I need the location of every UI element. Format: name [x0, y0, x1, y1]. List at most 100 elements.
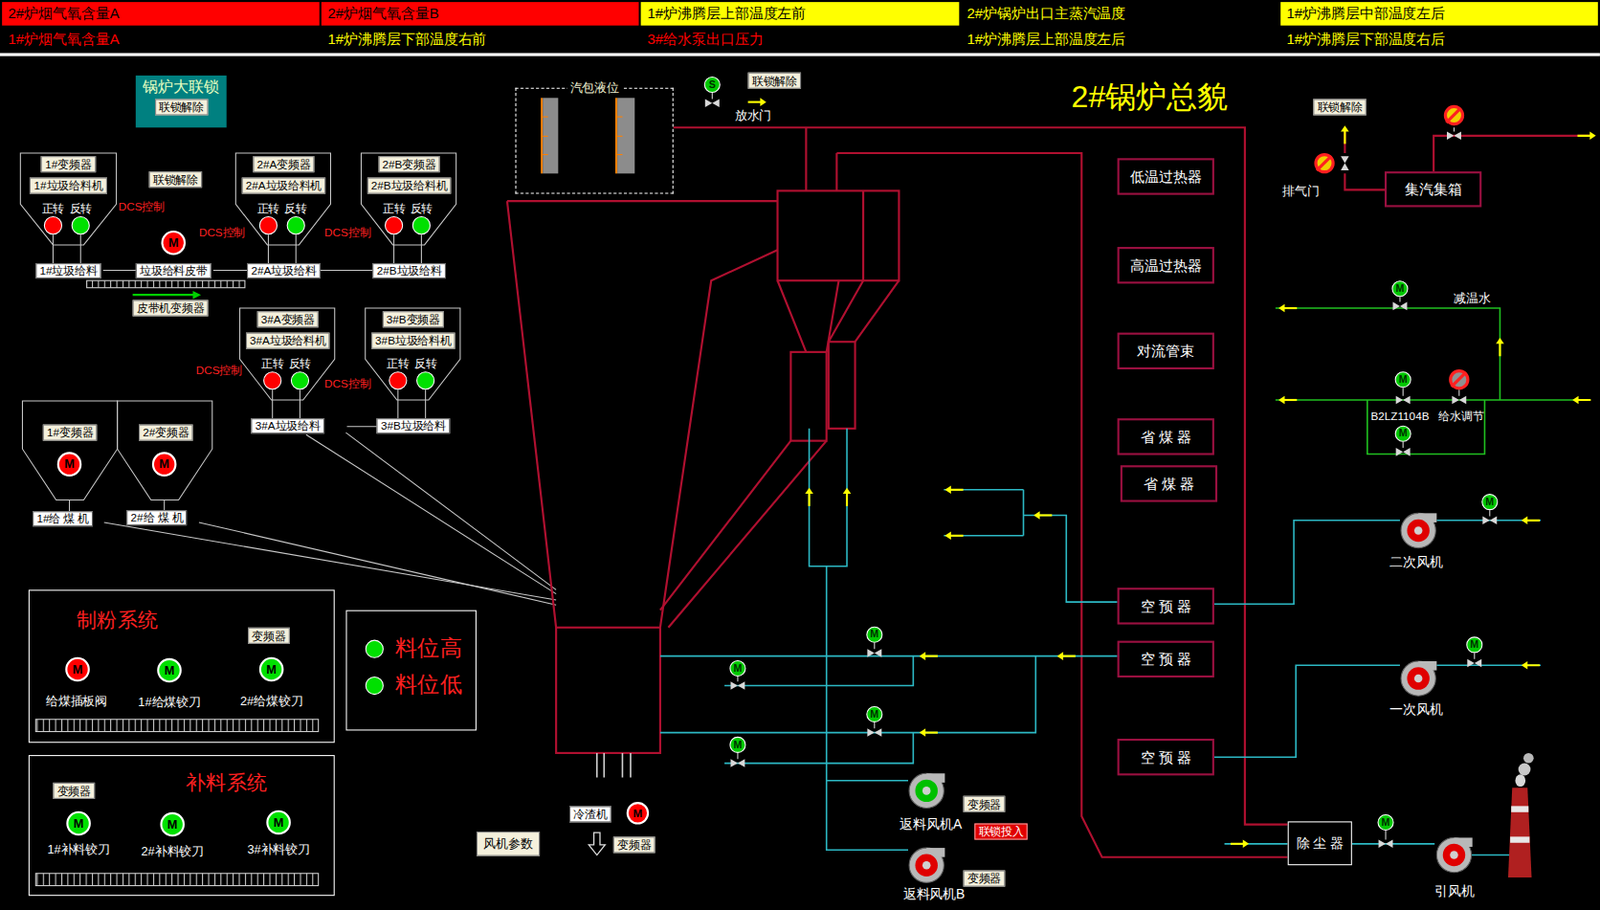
inverter-button[interactable]: 变频器 [963, 796, 1006, 813]
secondary-fan-icon[interactable] [1398, 510, 1440, 552]
forward-indicator[interactable] [259, 216, 278, 235]
fan-params-button[interactable]: 风机参数 [476, 831, 540, 857]
water-pipes [1275, 308, 1590, 454]
inverter-button[interactable]: 2#B变频器 [377, 155, 441, 173]
inverter-button[interactable]: 3#B变频器 [382, 311, 445, 328]
heat-surface[interactable]: 空 预 器 [1117, 738, 1215, 776]
heat-surface[interactable]: 省 煤 器 [1120, 465, 1218, 502]
belt-motor[interactable]: M [160, 230, 186, 256]
air-valve[interactable]: M [729, 736, 746, 754]
alarm-cell[interactable]: 2#炉烟气氧含量B [321, 1, 640, 26]
feeder-interlock-button[interactable]: 联锁解除 [149, 171, 202, 188]
valve-letter: M [869, 709, 879, 720]
inverter-button[interactable]: 2#变频器 [138, 424, 194, 442]
header-valve-fault-icon[interactable] [1444, 105, 1465, 126]
inverter-button[interactable]: 1#变频器 [41, 155, 96, 173]
inverter-button[interactable]: 变频器 [963, 870, 1006, 888]
inverter-button[interactable]: 3#A变频器 [256, 311, 319, 328]
motor-indicator[interactable]: M [156, 658, 182, 684]
belt-inverter-button[interactable]: 皮带机变频器 [133, 299, 209, 316]
motor-letter: M [273, 816, 285, 829]
coal-feeder-motor[interactable]: M [57, 451, 83, 477]
forward-indicator[interactable] [263, 371, 282, 390]
induced-fan-icon[interactable] [1433, 834, 1475, 876]
heat-surface[interactable]: 空 预 器 [1117, 587, 1215, 624]
forward-label: 正转 [378, 201, 410, 216]
feeder-header: 1#垃圾给料机 [20, 177, 116, 195]
reverse-indicator[interactable] [412, 216, 431, 235]
motor-indicator[interactable]: M [266, 810, 291, 836]
primary-fan-icon[interactable] [1398, 658, 1440, 700]
motor-indicator[interactable]: M [159, 812, 185, 838]
feed-valve[interactable]: M [1395, 371, 1412, 388]
level-gauge [540, 97, 558, 174]
regulator-valve-fault-icon[interactable] [1448, 369, 1469, 390]
valve-letter: M [1399, 428, 1408, 440]
vent-valve-fault-icon[interactable] [1313, 153, 1334, 174]
forward-label: 正转 [37, 201, 68, 216]
fan-damper[interactable]: M [1377, 814, 1395, 831]
reverse-indicator[interactable] [71, 216, 90, 235]
feeder-header: 2#B变频器 [360, 155, 457, 173]
alarm-cell[interactable]: 1#炉沸腾层中部温度左后 [1280, 1, 1599, 26]
fan-label: 二次风机 [1389, 554, 1443, 571]
alarm-cell[interactable]: 3#给水泵出口压力 [641, 27, 959, 52]
inverter-button[interactable]: 变频器 [52, 782, 95, 800]
motor-indicator[interactable]: M [259, 657, 285, 683]
feeder-name: 1#垃圾给料机 [29, 177, 107, 195]
alarm-cell[interactable]: 1#炉沸腾层下部温度右前 [321, 27, 640, 52]
fan-damper[interactable]: M [1466, 636, 1483, 653]
reverse-indicator[interactable] [416, 371, 435, 390]
drain-valve[interactable]: S [704, 76, 721, 93]
motor-letter: M [73, 817, 85, 830]
alarm-cell[interactable]: 2#炉烟气氧含量A [1, 1, 320, 26]
bypass-valve[interactable]: M [1395, 425, 1412, 443]
interlock-release-button[interactable]: 联锁解除 [1312, 98, 1366, 115]
control-mode: DCS控制 [196, 364, 243, 378]
motor-indicator[interactable]: M [66, 811, 91, 837]
heat-surface[interactable]: 低温过热器 [1117, 157, 1215, 195]
alarm-cell[interactable]: 1#炉沸腾层下部温度右后 [1280, 27, 1599, 52]
forward-indicator[interactable] [388, 371, 407, 390]
inverter-button[interactable]: 变频器 [247, 627, 290, 645]
coal-feeder-label: 1#给 煤 机 [32, 511, 93, 527]
motor-indicator[interactable]: M [65, 657, 90, 683]
steam-header[interactable]: 集汽集箱 [1384, 171, 1482, 207]
interlock-release-button[interactable]: 联锁解除 [748, 72, 801, 89]
dust-collector[interactable]: 除 尘 器 [1288, 821, 1353, 866]
control-mode: DCS控制 [118, 200, 165, 214]
desuperheat-label: 减温水 [1453, 290, 1490, 307]
coal-feeder-motor[interactable]: M [152, 451, 178, 477]
return-fan-b-icon[interactable] [906, 844, 948, 887]
inverter-button[interactable]: 变频器 [613, 836, 656, 853]
page-title: 2#锅炉总貌 [1071, 77, 1229, 117]
feeder-header: 2#A变频器 [235, 155, 332, 173]
heat-surface[interactable]: 对流管束 [1117, 333, 1215, 370]
reverse-label: 反转 [410, 356, 442, 371]
slag-cooler-motor[interactable]: M [626, 801, 649, 824]
heat-surface[interactable]: 空 预 器 [1117, 641, 1215, 678]
interlock-release-button[interactable]: 联锁解除 [155, 98, 208, 115]
return-fan-a-icon[interactable] [906, 770, 948, 812]
inverter-button[interactable]: 1#变频器 [43, 424, 98, 442]
alarm-cell[interactable]: 1#炉烟气氧含量A [1, 27, 320, 52]
forward-indicator[interactable] [384, 216, 403, 235]
air-valve[interactable]: M [866, 626, 883, 644]
reverse-indicator[interactable] [290, 371, 310, 390]
feeder-name: 2#B垃圾给料机 [367, 177, 452, 195]
fan-damper[interactable]: M [1481, 493, 1498, 511]
heat-surface[interactable]: 省 煤 器 [1117, 418, 1215, 455]
forward-indicator[interactable] [44, 216, 63, 235]
inverter-button[interactable]: 2#A变频器 [252, 155, 315, 173]
alarm-cell[interactable]: 1#炉沸腾层上部温度左后 [960, 27, 1279, 52]
reverse-indicator[interactable] [287, 216, 306, 235]
alarm-cell[interactable]: 2#炉锅炉出口主蒸汽温度 [960, 1, 1279, 26]
legend-dot [365, 640, 384, 659]
desuperheat-valve[interactable]: M [1391, 280, 1408, 297]
air-valve[interactable]: M [866, 706, 883, 723]
air-valve[interactable]: M [729, 660, 746, 677]
alarm-cell[interactable]: 1#炉沸腾层上部温度左前 [641, 1, 959, 26]
fan-label: 返料风机B [903, 887, 966, 904]
interlock-on-button[interactable]: 联锁投入 [974, 823, 1027, 841]
heat-surface[interactable]: 高温过热器 [1117, 246, 1215, 284]
